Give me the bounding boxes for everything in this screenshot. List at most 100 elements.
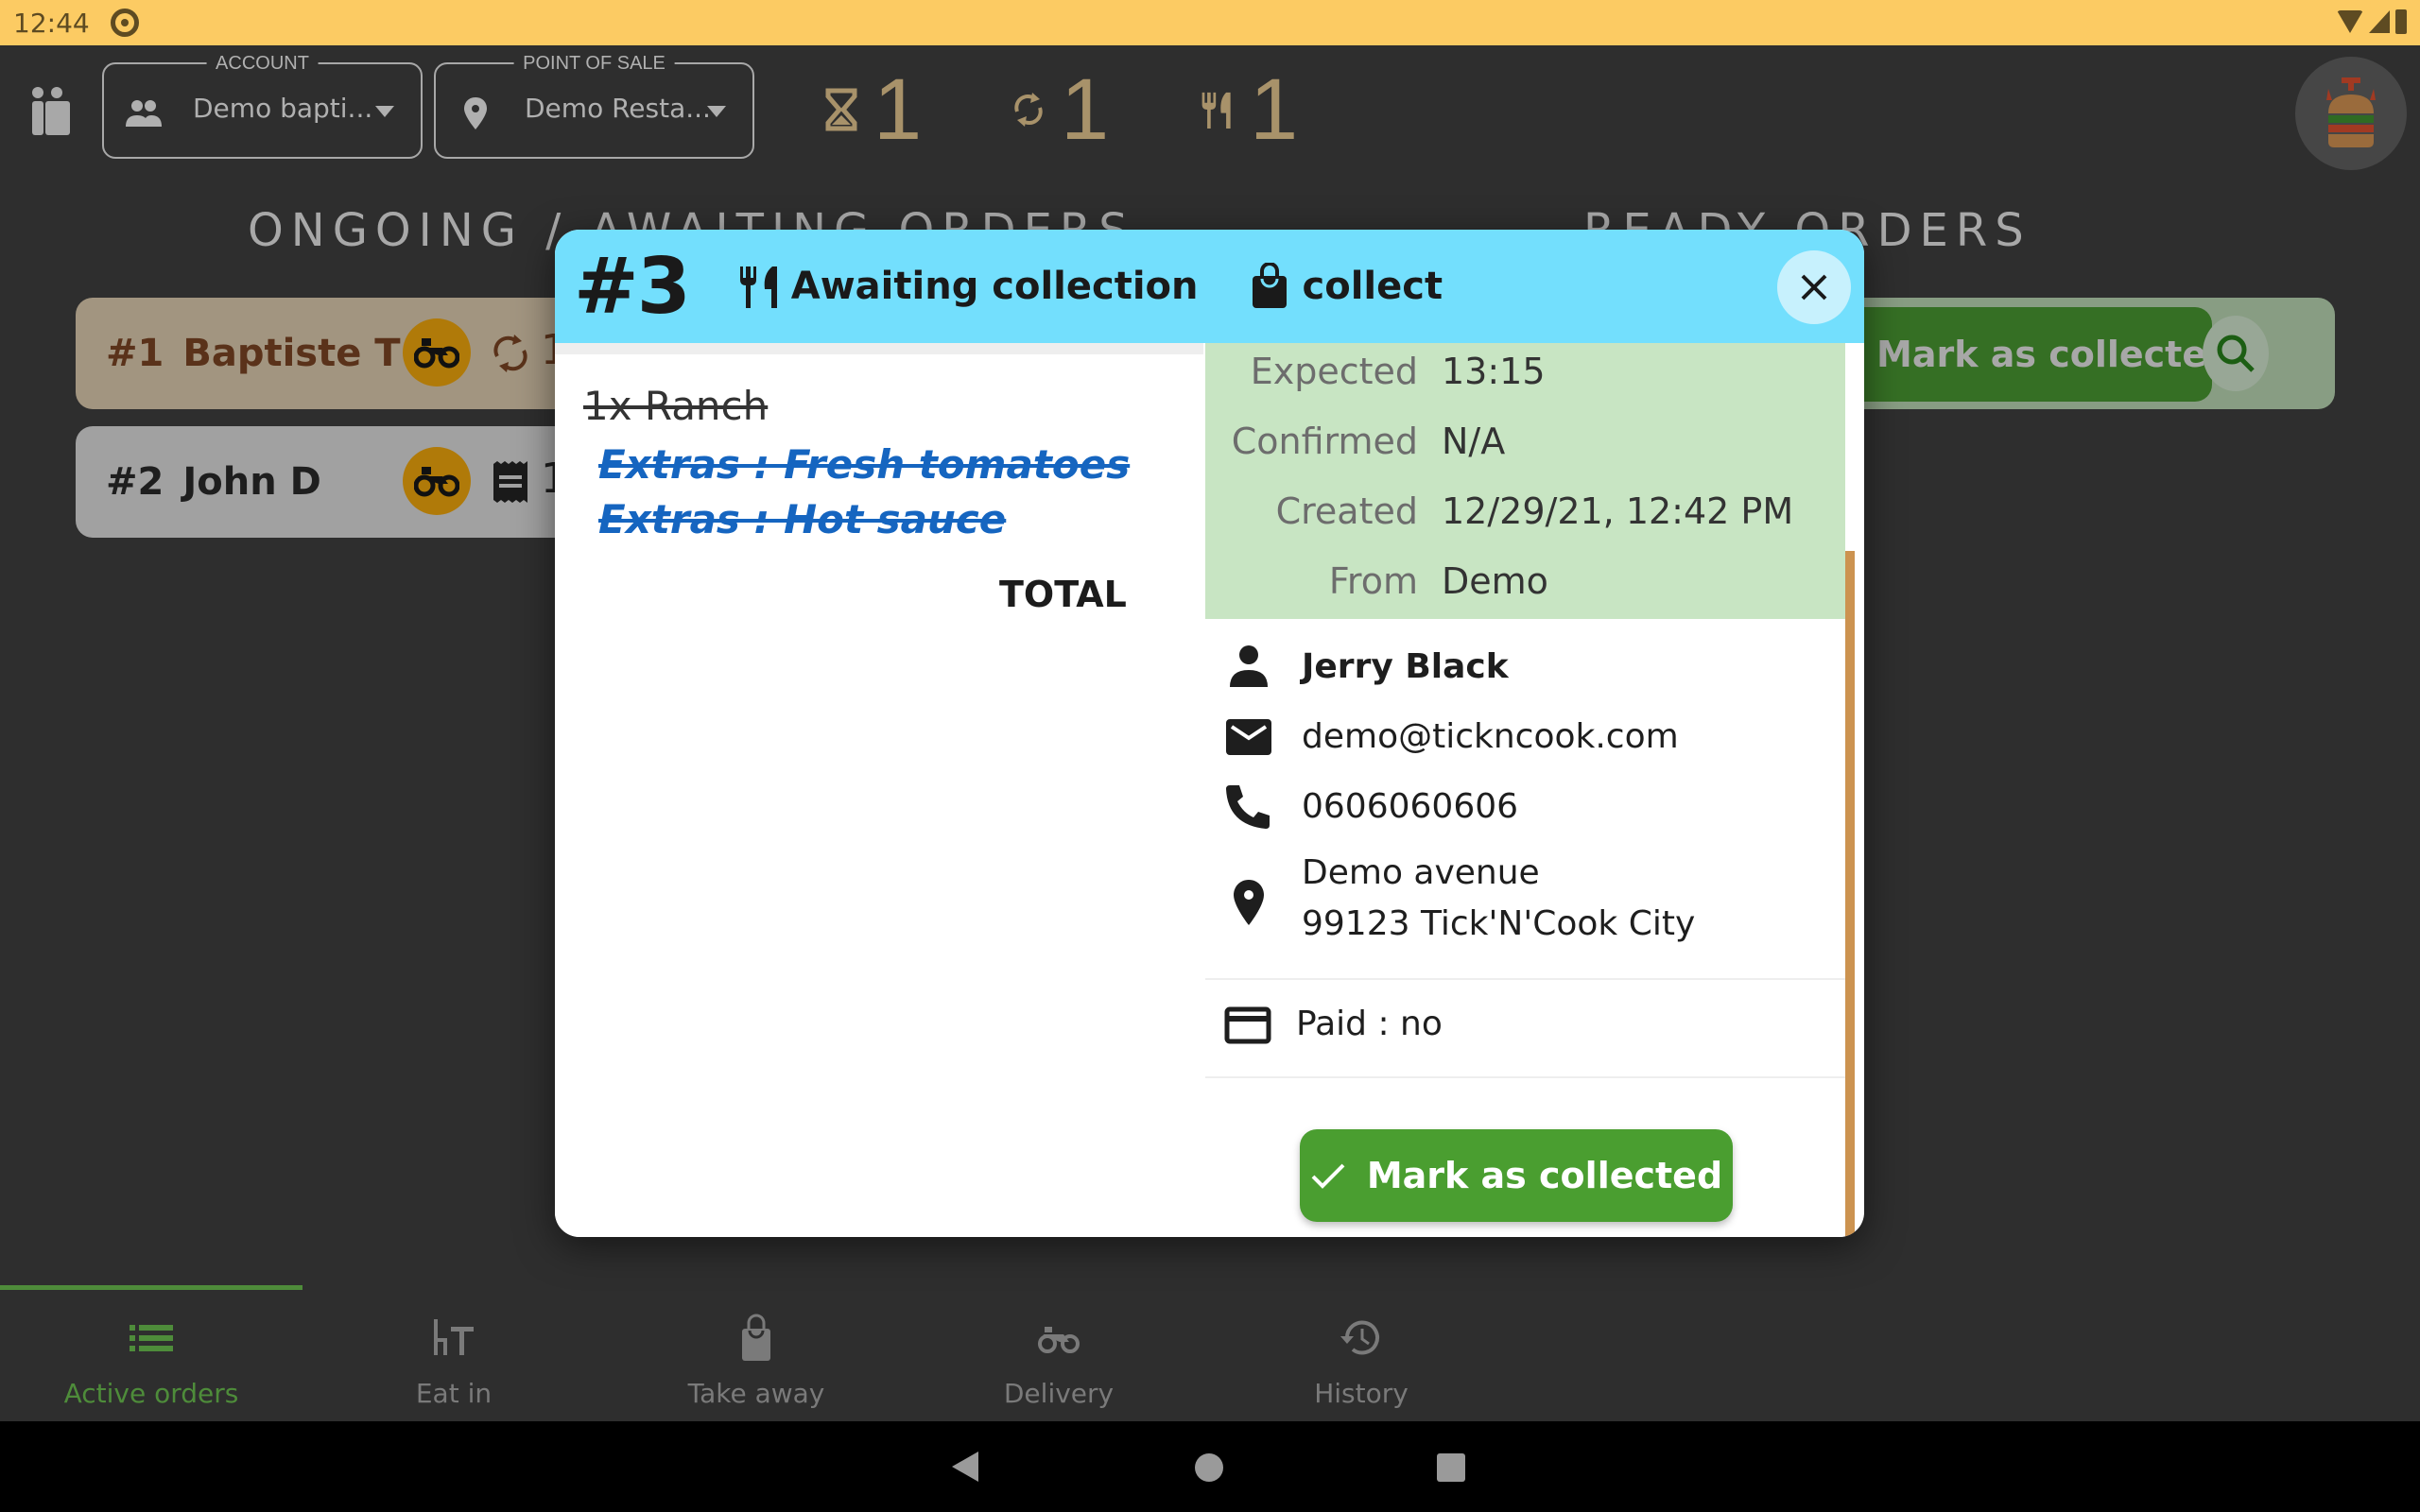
close-button[interactable] [1777,250,1851,324]
customer-address-row: Demo avenue 99123 Tick'N'Cook City [1205,848,1845,961]
total-label: TOTAL [999,574,1127,615]
battery-icon [2395,9,2407,34]
order-card[interactable]: #1 Baptiste T 1 [76,298,605,409]
receipt-icon [493,461,527,503]
motorcycle-icon [403,318,471,387]
active-tab-indicator [0,1285,302,1290]
button-label: Mark as collected [1366,1155,1723,1196]
meta-row-created: Created 12/29/21, 12:42 PM [1205,483,1845,540]
meta-value: 12/29/21, 12:42 PM [1442,490,1794,532]
shopping-bag-icon [742,1314,770,1361]
meta-row-expected: Expected 13:15 [1205,343,1845,400]
tab-label: Active orders [63,1378,239,1409]
divider [1205,978,1845,980]
tab-delivery[interactable]: Delivery [908,1302,1210,1416]
order-detail-dialog: #3 Awaiting collection collect 1x Ranch … [555,230,1864,1237]
mark-as-collected-button[interactable]: Mark as collected [1300,1129,1733,1222]
close-icon [1801,274,1827,301]
people-icon[interactable] [26,85,72,138]
customer-phone[interactable]: 0606060606 [1302,787,1518,826]
customer-email-row: demo@tickncook.com [1205,708,1845,765]
meta-label: Confirmed [1231,421,1418,462]
burger-logo-icon [2326,77,2376,147]
meta-value: 13:15 [1442,351,1546,392]
avatar[interactable] [2295,57,2407,170]
signal-icon [2369,10,2390,33]
waiting-counter[interactable]: 1 [822,66,922,153]
list-icon [130,1325,173,1351]
tab-label: Take away [687,1378,825,1409]
tab-take-away[interactable]: Take away [605,1302,908,1416]
location-pin-icon [1234,880,1264,925]
status-bar: 12:44 [0,0,2420,45]
payment-status-row: Paid : no [1205,997,1845,1061]
search-button[interactable] [2203,316,2269,391]
credit-card-icon [1224,1006,1271,1044]
customer-name-row: Jerry Black [1205,638,1845,695]
chevron-down-icon [707,106,726,117]
person-icon [1230,645,1268,687]
order-type: collect [1302,265,1443,308]
customer-address: Demo avenue 99123 Tick'N'Cook City [1302,848,1695,950]
tab-label: Eat in [415,1378,493,1409]
meta-row-confirmed: Confirmed N/A [1205,413,1845,470]
meta-label: From [1328,560,1418,602]
address-line-2: 99123 Tick'N'Cook City [1302,904,1696,943]
account-legend: ACCOUNT [206,53,319,75]
customer-email[interactable]: demo@tickncook.com [1302,717,1679,756]
bottom-navigation: Active orders Eat in Take away Delivery … [0,1285,2420,1421]
scrollbar[interactable] [1845,551,1855,1237]
customer-name: John D [182,460,321,504]
status-time: 12:44 [13,7,90,39]
account-value: Demo bapti... [193,93,373,124]
customer-name: Baptiste T [182,332,401,375]
search-icon [2217,335,2255,372]
history-icon [1340,1320,1379,1355]
app-q-icon [110,9,139,37]
order-meta: Expected 13:15 Confirmed N/A Created 12/… [1205,343,1845,619]
account-select[interactable]: ACCOUNT Demo bapti... [102,53,423,159]
payment-status: Paid : no [1296,1005,1443,1043]
sync-icon [493,335,527,372]
order-items-panel: 1x Ranch Extras : Fresh tomatoes Extras … [555,343,1203,1237]
table-chair-icon [434,1319,474,1355]
people-icon [126,100,162,127]
order-item-extra[interactable]: Extras : Hot sauce [598,496,1006,542]
home-icon[interactable] [1195,1453,1223,1482]
order-card[interactable]: #2 John D 1 [76,426,605,538]
order-number: #3 [574,241,691,332]
tab-history[interactable]: History [1210,1302,1512,1416]
sync-icon [1014,93,1043,127]
ready-counter[interactable]: 1 [1199,66,1298,153]
system-navigation-bar [0,1421,2420,1512]
tab-active-orders[interactable]: Active orders [0,1302,302,1416]
tab-label: Delivery [1003,1378,1115,1409]
hourglass-icon [825,88,857,131]
back-icon[interactable] [952,1452,978,1482]
divider [1205,1076,1845,1078]
point-of-sale-select[interactable]: POINT OF SALE Demo Resta... [434,53,754,159]
customer-phone-row: 0606060606 [1205,778,1845,834]
check-icon [1311,1163,1345,1189]
order-number: #1 [106,332,164,375]
order-info-panel: Expected 13:15 Confirmed N/A Created 12/… [1205,343,1845,1237]
tab-eat-in[interactable]: Eat in [302,1302,605,1416]
customer-name: Jerry Black [1302,646,1509,686]
cutlery-icon [1201,92,1231,129]
order-item-extra[interactable]: Extras : Fresh tomatoes [598,441,1130,488]
wifi-icon [2337,10,2363,33]
meta-value: N/A [1442,421,1506,462]
location-pin-icon [464,97,487,129]
top-toolbar: ACCOUNT Demo bapti... POINT OF SALE Demo… [0,45,2420,178]
order-item[interactable]: 1x Ranch [583,383,768,429]
dialog-header: #3 Awaiting collection collect [555,230,1864,343]
in-progress-counter[interactable]: 1 [1010,66,1109,153]
chevron-down-icon [375,106,394,117]
address-line-1: Demo avenue [1302,853,1540,892]
meta-label: Created [1275,490,1418,532]
meta-label: Expected [1250,351,1418,392]
recent-apps-icon[interactable] [1437,1453,1465,1482]
order-number: #2 [106,460,164,504]
shopping-bag-icon [1252,263,1287,308]
phone-icon [1226,785,1270,829]
